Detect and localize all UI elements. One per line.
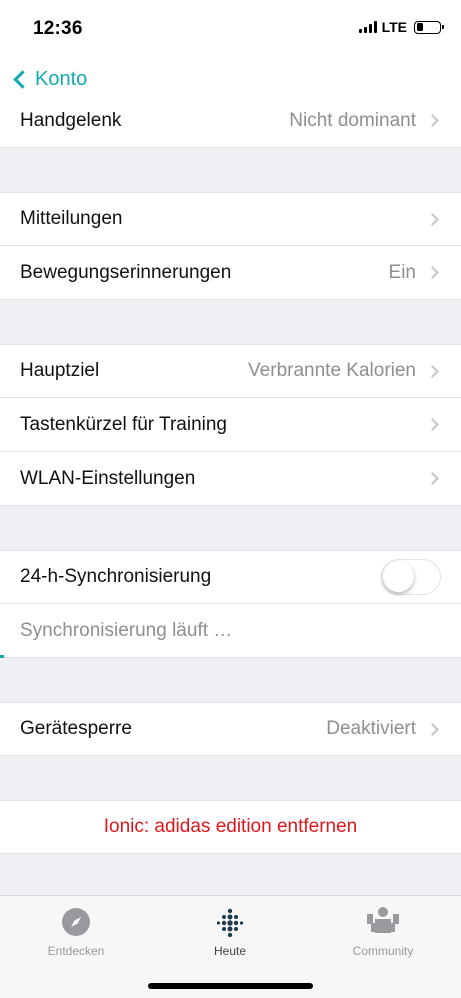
- row-wifi-settings[interactable]: WLAN-Einstellungen: [0, 452, 461, 506]
- row-value: Deaktiviert: [326, 718, 416, 739]
- row-sync-status: Synchronisierung läuft …: [0, 604, 461, 658]
- chevron-right-icon: [426, 266, 439, 279]
- settings-list: Handgelenk Nicht dominant Mitteilungen B…: [0, 108, 461, 854]
- section-gap: [0, 300, 461, 344]
- row-main-goal[interactable]: Hauptziel Verbrannte Kalorien: [0, 344, 461, 398]
- row-label: 24-h-Synchronisierung: [20, 566, 212, 587]
- row-24h-sync: 24-h-Synchronisierung: [0, 550, 461, 604]
- chevron-right-icon: [426, 418, 439, 431]
- row-value: Verbrannte Kalorien: [248, 360, 416, 381]
- chevron-right-icon: [426, 364, 439, 378]
- tab-discover[interactable]: Entdecken: [16, 906, 136, 958]
- row-label: Bewegungserinnerungen: [20, 261, 232, 283]
- sync-progress-indicator: [0, 655, 4, 658]
- row-wrist[interactable]: Handgelenk Nicht dominant: [0, 108, 461, 148]
- chevron-right-icon: [426, 114, 439, 127]
- section-gap: [0, 148, 461, 192]
- signal-icon: [358, 21, 377, 33]
- chevron-right-icon: [426, 722, 439, 736]
- row-notifications[interactable]: Mitteilungen: [0, 192, 461, 246]
- back-button[interactable]: Konto: [10, 68, 87, 91]
- row-value: Ein: [388, 261, 416, 283]
- community-icon: [323, 906, 443, 938]
- row-movement-reminders[interactable]: Bewegungserinnerungen Ein: [0, 246, 461, 300]
- section-gap: [0, 506, 461, 550]
- sync-toggle[interactable]: [381, 559, 441, 595]
- row-label: Mitteilungen: [20, 208, 123, 229]
- fitbit-dots-icon: [170, 906, 290, 938]
- compass-icon: [16, 906, 136, 938]
- navigation-bar: Konto: [0, 58, 461, 108]
- battery-icon: [414, 20, 444, 34]
- row-device-lock[interactable]: Gerätesperre Deaktiviert: [0, 702, 461, 756]
- section-gap: [0, 658, 461, 702]
- row-label: Tastenkürzel für Training: [20, 413, 227, 435]
- tab-label: Entdecken: [47, 944, 105, 958]
- toggle-knob: [383, 561, 414, 592]
- tab-today[interactable]: Heute: [170, 906, 290, 958]
- tab-label: Community: [352, 944, 414, 958]
- row-value: Nicht dominant: [289, 110, 416, 131]
- remove-device-button[interactable]: Ionic: adidas edition entfernen: [104, 816, 358, 838]
- chevron-right-icon: [426, 212, 439, 226]
- status-indicators: LTE: [358, 19, 444, 35]
- tab-label: Heute: [213, 944, 247, 958]
- row-label: Handgelenk: [20, 110, 122, 131]
- row-training-shortcuts[interactable]: Tastenkürzel für Training: [0, 398, 461, 452]
- remove-device-row[interactable]: Ionic: adidas edition entfernen: [0, 800, 461, 854]
- chevron-left-icon: [13, 70, 32, 89]
- network-type: LTE: [381, 19, 407, 35]
- sync-status-text: Synchronisierung läuft …: [20, 619, 233, 641]
- row-label: WLAN-Einstellungen: [20, 467, 196, 489]
- row-label: Hauptziel: [20, 360, 100, 381]
- chevron-right-icon: [426, 472, 439, 485]
- home-indicator: [148, 983, 313, 989]
- status-bar: 12:36 LTE: [0, 0, 461, 58]
- tab-community[interactable]: Community: [323, 906, 443, 958]
- status-time: 12:36: [33, 18, 83, 39]
- back-label: Konto: [35, 68, 88, 90]
- section-gap: [0, 756, 461, 800]
- row-label: Gerätesperre: [20, 718, 132, 739]
